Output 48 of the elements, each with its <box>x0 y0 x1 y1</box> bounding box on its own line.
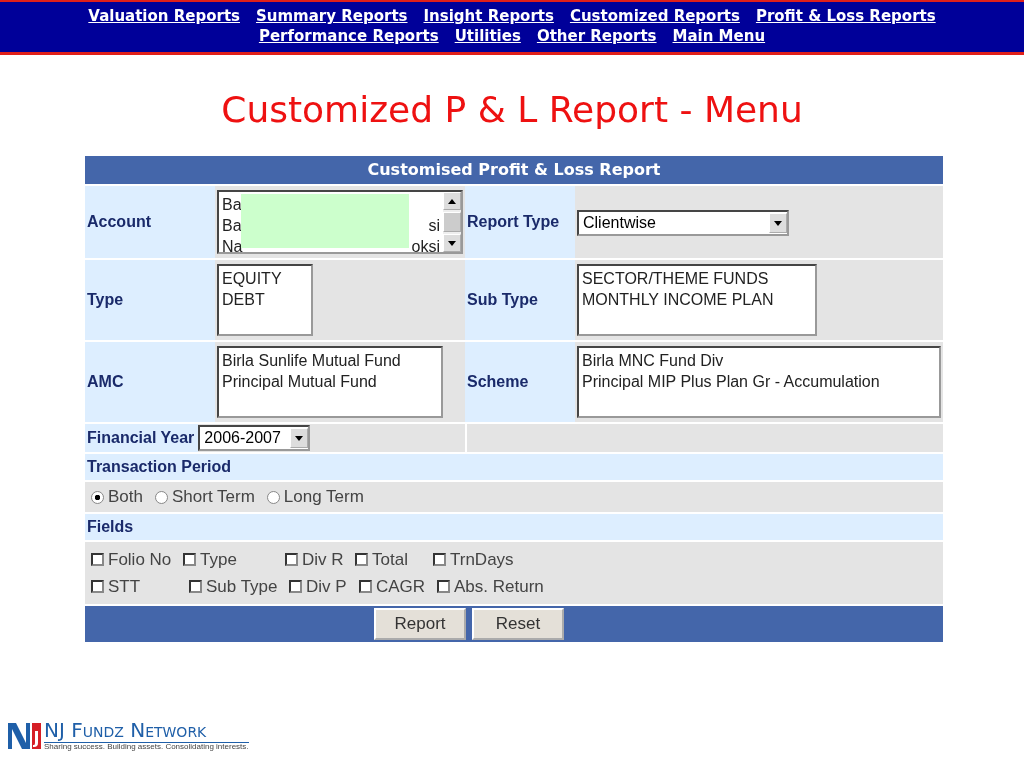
nav-link[interactable]: Valuation Reports <box>88 6 240 26</box>
field-label: Sub Type <box>467 291 538 309</box>
nav-link[interactable]: Utilities <box>454 26 521 46</box>
field-label: Type <box>87 291 124 309</box>
nav-link[interactable]: Performance Reports <box>258 26 439 46</box>
checkbox-option[interactable]: Abs. Return <box>437 576 937 597</box>
report-button[interactable]: Report <box>374 608 466 640</box>
nav-link[interactable]: Customized Reports <box>569 6 740 26</box>
checkbox-option[interactable]: TrnDays <box>433 549 937 570</box>
checkbox-option[interactable]: Div R <box>285 549 355 570</box>
nav-link[interactable]: Profit & Loss Reports <box>755 6 936 26</box>
account-listbox[interactable]: Ba Ba si Na oksi <box>217 190 463 254</box>
checkbox-option[interactable]: STT <box>91 576 189 597</box>
checkbox-option[interactable]: Div P <box>289 576 359 597</box>
financial-year-dropdown[interactable]: 2006-2007 <box>198 425 311 451</box>
sub-type-listbox[interactable]: SECTOR/THEME FUNDS MONTHLY INCOME PLAN <box>577 264 817 336</box>
scroll-down-icon[interactable] <box>448 240 456 246</box>
logo-icon <box>6 721 42 751</box>
nav-link[interactable]: Main Menu <box>672 26 766 46</box>
scheme-listbox[interactable]: Birla MNC Fund Div Principal MIP Plus Plan Gr - Accumulation <box>577 346 941 418</box>
reset-button[interactable]: Reset <box>472 608 564 640</box>
amc-listbox[interactable]: Birla Sunlife Mutual Fund Principal Mutual Fund <box>217 346 443 418</box>
field-label: Financial Year <box>85 424 199 452</box>
field-label: Scheme <box>467 373 529 391</box>
report-type-dropdown[interactable]: Clientwise <box>577 210 789 236</box>
field-label: AMC <box>87 373 124 391</box>
section-label: Transaction Period <box>87 458 232 475</box>
radio-option[interactable]: Both <box>91 487 143 507</box>
nav-link[interactable]: Summary Reports <box>256 6 408 26</box>
section-label: Fields <box>87 518 134 535</box>
radio-option[interactable]: Short Term <box>155 487 255 507</box>
type-listbox[interactable]: EQUITY DEBT <box>217 264 313 336</box>
checkbox-option[interactable]: Total <box>355 549 433 570</box>
checkbox-option[interactable]: Sub Type <box>189 576 289 597</box>
field-label: Report Type <box>467 213 560 231</box>
scroll-up-icon[interactable] <box>448 198 456 204</box>
logo-wordmark: NJ Fundz Network <box>44 718 249 743</box>
page-title: Customized P & L Report - Menu <box>220 89 804 130</box>
nav-link[interactable]: Other Reports <box>536 26 657 46</box>
checkbox-option[interactable]: Folio No <box>91 549 183 570</box>
field-label: Account <box>87 213 151 231</box>
logo-tagline: Sharing success. Building assets. Consolidating interests. <box>44 743 249 751</box>
checkbox-option[interactable]: Type <box>183 549 285 570</box>
form-header: Customised Profit & Loss Report <box>85 156 943 184</box>
checkbox-option[interactable]: CAGR <box>359 576 437 597</box>
radio-option[interactable]: Long Term <box>266 487 364 507</box>
nav-link[interactable]: Insight Reports <box>423 6 554 26</box>
scrollbar[interactable] <box>443 192 461 252</box>
